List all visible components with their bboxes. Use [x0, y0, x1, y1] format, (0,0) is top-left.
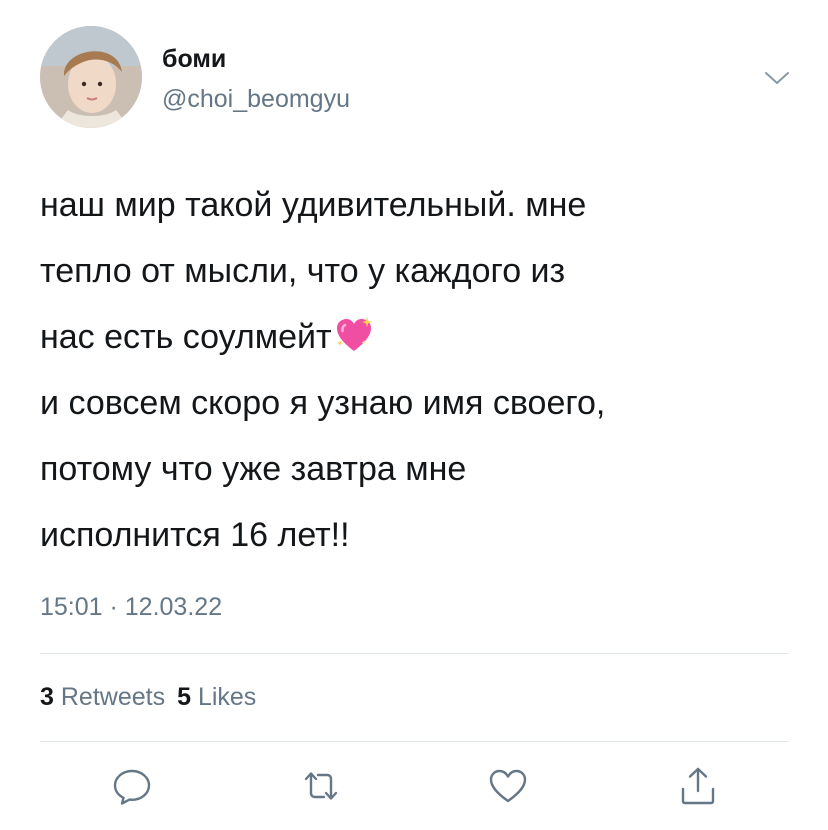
divider	[40, 741, 788, 742]
tweet-text: наш мир такой удивительный. мне тепло от…	[40, 172, 800, 568]
likes-stat[interactable]: 5 Likes	[177, 683, 256, 711]
user-handle[interactable]: @choi_beomgyu	[162, 84, 350, 114]
reply-icon[interactable]	[110, 764, 154, 808]
likes-count: 5	[177, 683, 191, 711]
share-icon[interactable]	[676, 764, 720, 808]
retweets-stat[interactable]: 3 Retweets	[40, 683, 165, 711]
retweets-label: Retweets	[60, 683, 166, 711]
avatar[interactable]	[40, 26, 142, 128]
chevron-down-icon[interactable]	[764, 68, 790, 88]
display-name[interactable]: боми	[162, 44, 226, 74]
profile-photo-icon	[40, 26, 142, 128]
like-icon[interactable]	[486, 764, 530, 808]
tweet-text-part1: наш мир такой удивительный. мне тепло от…	[40, 186, 587, 356]
tweet-stats: 3 Retweets 5 Likes	[40, 682, 256, 712]
sparkling-heart-icon	[334, 312, 374, 352]
retweets-count: 3	[40, 683, 54, 711]
retweet-icon[interactable]	[299, 764, 343, 808]
tweet-card: боми @choi_beomgyu наш мир такой удивите…	[0, 0, 828, 830]
divider	[40, 653, 788, 654]
tweet-timestamp[interactable]: 15:01 · 12.03.22	[40, 592, 222, 622]
likes-label: Likes	[197, 683, 257, 711]
tweet-text-part2: и совсем скоро я узнаю имя своего, потом…	[40, 384, 606, 554]
